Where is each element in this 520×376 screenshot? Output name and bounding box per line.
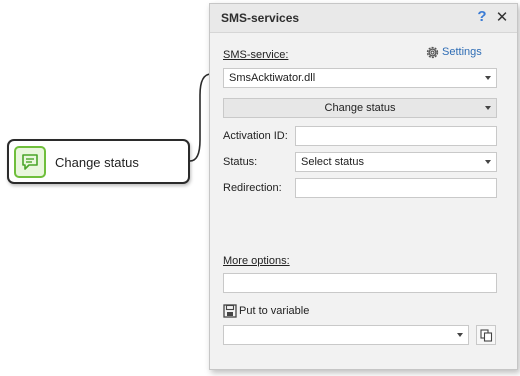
dialog-titlebar: SMS-services ? ✕ [210,4,517,33]
action-node[interactable]: Change status [7,139,190,184]
question-icon[interactable]: ? [474,8,490,26]
action-value: Change status [324,102,396,114]
close-icon[interactable]: ✕ [494,8,510,26]
dialog-title: SMS-services [221,11,300,25]
status-label: Status: [223,156,258,168]
sms-service-select[interactable]: SmsAcktiwator.dll [223,68,497,88]
more-options-label: More options: [223,255,290,267]
activation-id-label: Activation ID: [223,130,288,142]
copy-button[interactable] [476,325,496,345]
redirection-label: Redirection: [223,182,282,194]
sms-service-label: SMS-service: [223,49,289,61]
activation-id-field[interactable] [295,126,497,146]
chevron-down-icon [457,333,463,337]
chevron-down-icon [485,160,491,164]
sms-service-value: SmsAcktiwator.dll [229,72,316,84]
chevron-down-icon [485,106,491,110]
sms-services-dialog: SMS-services ? ✕ SMS-service: Settings S… [209,3,518,370]
more-options-field[interactable] [223,273,497,293]
put-to-variable-label: Put to variable [239,305,310,317]
gear-icon [426,46,439,59]
settings-label: Settings [442,46,482,58]
chevron-down-icon [485,76,491,80]
variable-select[interactable] [223,325,469,345]
status-select[interactable]: Select status [295,152,497,172]
node-label: Change status [55,155,139,170]
redirection-field[interactable] [295,178,497,198]
sms-message-icon [14,146,46,178]
status-value: Select status [301,156,364,168]
copy-icon [480,329,493,342]
action-select[interactable]: Change status [223,98,497,118]
floppy-disk-icon [223,304,237,318]
